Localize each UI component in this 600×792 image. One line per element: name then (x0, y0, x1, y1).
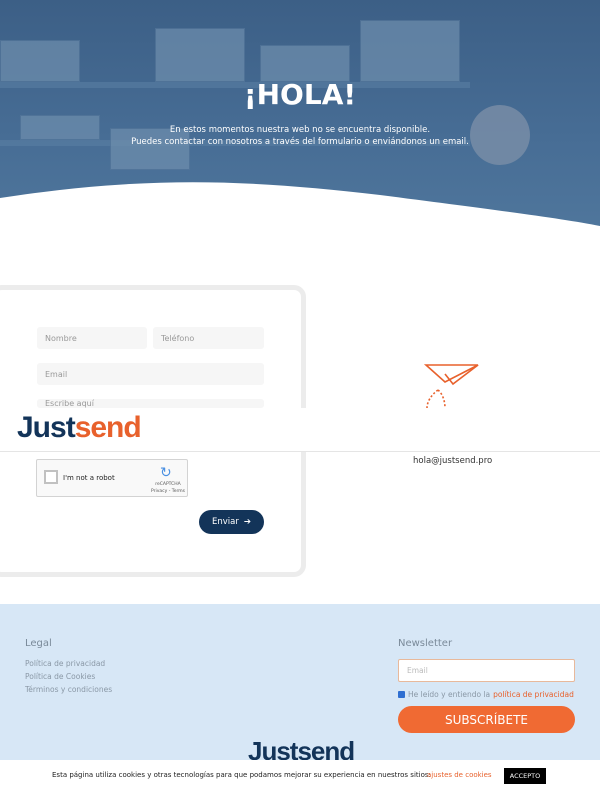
hero-title: ¡HOLA! (243, 78, 357, 111)
legal-link-cookies[interactable]: Política de Cookies (25, 672, 95, 681)
cookie-text: Esta página utiliza cookies y otras tecn… (52, 771, 431, 779)
box (360, 20, 460, 82)
cookie-bar: Esta página utiliza cookies y otras tecn… (0, 760, 600, 792)
cookie-settings-link[interactable]: ajustes de cookies (427, 771, 492, 779)
send-label: Enviar (212, 517, 239, 527)
hero-line-2: Puedes contactar con nosotros a través d… (131, 137, 469, 147)
legal-link-privacy[interactable]: Política de privacidad (25, 659, 105, 668)
legal-link-terms[interactable]: Términos y condiciones (25, 685, 112, 694)
email-input[interactable]: Email (37, 363, 264, 385)
contact-email[interactable]: hola@justsend.pro (413, 456, 492, 466)
recaptcha-label: I'm not a robot (63, 474, 115, 482)
sticky-header: Justsend (0, 408, 600, 452)
newsletter-email-input[interactable]: Email (398, 659, 575, 682)
send-button[interactable]: Enviar ➔ (199, 510, 264, 534)
recaptcha-checkbox[interactable] (44, 470, 58, 484)
consent-checkbox[interactable] (398, 691, 405, 698)
name-input[interactable]: Nombre (37, 327, 147, 349)
newsletter-title: Newsletter (398, 638, 453, 649)
box (260, 45, 350, 82)
consent-text: He leído y entiendo la (408, 690, 491, 699)
hero-line-1: En estos momentos nuestra web no se encu… (169, 125, 431, 135)
accept-cookies-button[interactable]: ACCEPTO (504, 768, 546, 784)
subscribe-button[interactable]: SUBSCRÍBETE (398, 706, 575, 733)
phone-input[interactable]: Teléfono (153, 327, 264, 349)
privacy-consent: He leído y entiendo la política de privac… (398, 690, 574, 699)
privacy-policy-link[interactable]: política de privacidad (493, 690, 574, 699)
hero-banner: ¡HOLA! En estos momentos nuestra web no … (0, 0, 600, 230)
recaptcha-links[interactable]: Privacy - Terms (149, 489, 187, 494)
recaptcha-icon: ↻ (160, 465, 172, 481)
message-input[interactable]: Escribe aquí (37, 399, 264, 408)
recaptcha-brand: reCAPTCHA (155, 482, 181, 487)
wave-divider (0, 182, 600, 230)
arrow-right-icon: ➔ (243, 517, 251, 527)
recaptcha: I'm not a robot ↻ reCAPTCHA Privacy - Te… (36, 459, 188, 497)
paper-plane-icon (423, 364, 479, 408)
box (0, 40, 80, 82)
box (155, 28, 245, 82)
justsend-logo[interactable]: Justsend (17, 411, 142, 445)
legal-title: Legal (25, 638, 52, 649)
